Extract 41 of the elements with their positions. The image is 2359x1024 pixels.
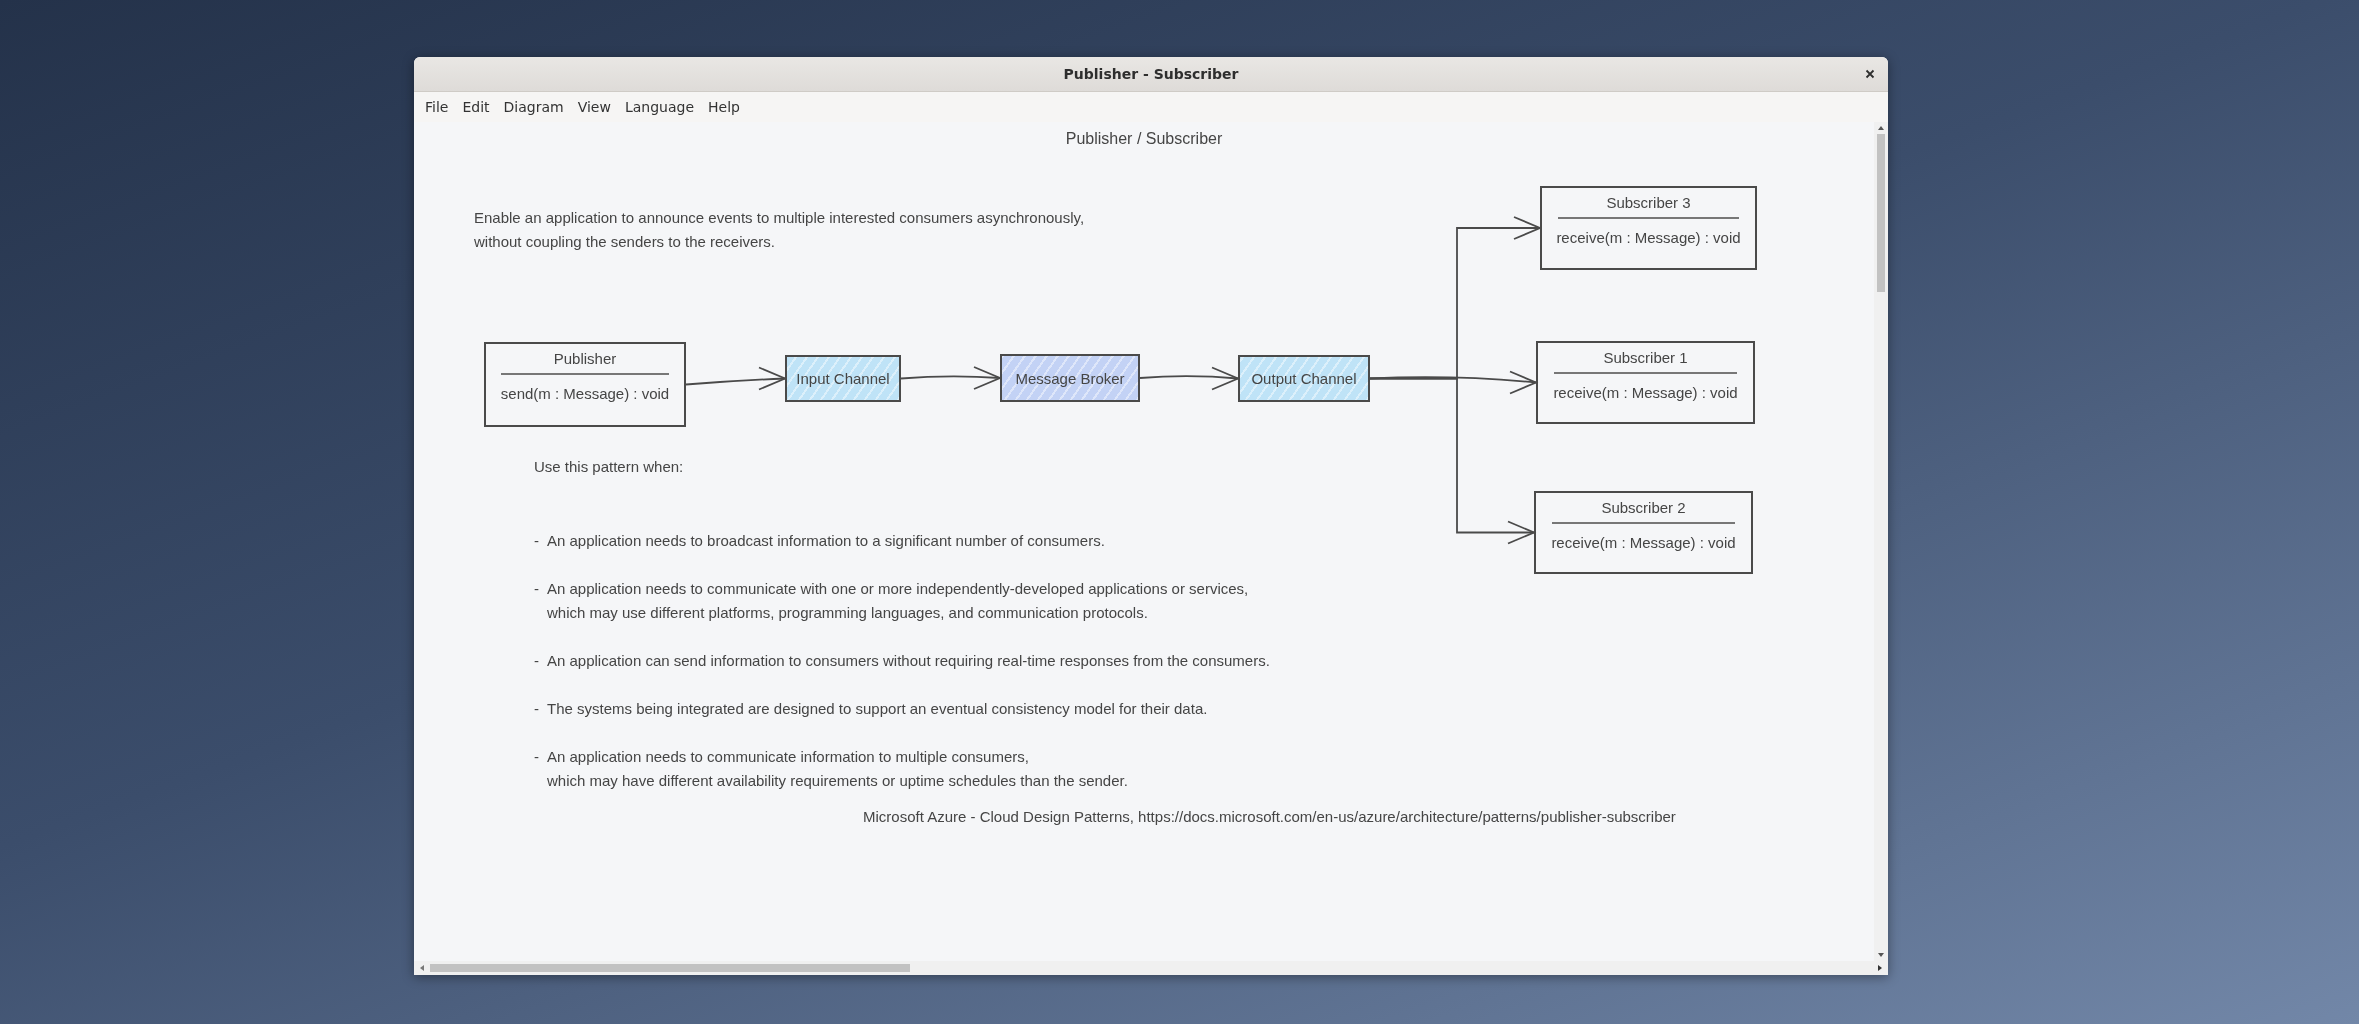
window-title: Publisher - Subscriber xyxy=(1063,66,1239,82)
citation-text: Microsoft Azure - Cloud Design Patterns, https://docs.microsoft.com/en-us/azure/architecture/patterns/publisher-subscriber xyxy=(863,808,1676,825)
bullet-mark: - xyxy=(534,531,540,551)
menu-item[interactable]: Edit xyxy=(455,99,497,115)
class-name: Subscriber 1 xyxy=(1603,349,1688,366)
class-name: Subscriber 2 xyxy=(1601,499,1686,516)
class-name: Publisher xyxy=(553,350,617,367)
diagram-title: Publisher / Subscriber xyxy=(1064,130,1224,148)
scroll-up-icon[interactable] xyxy=(1877,125,1885,131)
close-icon[interactable] xyxy=(1865,69,1875,79)
menu-item[interactable]: Diagram xyxy=(496,99,571,115)
component-box: Input Channel xyxy=(785,355,901,402)
bullet-text: An application needs to communicate with one or more independently-developed applications or services, which may use different platforms, programming languages, and communication protocols. xyxy=(547,579,1249,623)
bullet-text: An application needs to communicate information to multiple consumers, which may have different availability requirements or uptime schedules than the sender. xyxy=(547,747,1128,791)
method-text: send(m : Message) : void xyxy=(500,385,670,402)
method-text: receive(m : Message) : void xyxy=(1553,384,1738,401)
menu-item[interactable]: View xyxy=(570,99,618,115)
method-text: receive(m : Message) : void xyxy=(1551,534,1736,551)
scroll-down-icon[interactable] xyxy=(1877,952,1885,958)
scrollbar-thumb[interactable] xyxy=(430,964,910,972)
horizontal-scrollbar[interactable] xyxy=(414,961,1888,975)
component-box: Message Broker xyxy=(1000,354,1140,402)
bullet-mark: - xyxy=(534,579,540,599)
bullet-mark: - xyxy=(534,699,540,719)
bullet-text: The systems being integrated are designed to support an eventual consistency model for their data. xyxy=(547,699,1208,719)
bullet-text: An application can send information to consumers without requiring real-time responses from the consumers. xyxy=(547,651,1270,671)
method-text: receive(m : Message) : void xyxy=(1556,229,1741,246)
menu-item[interactable]: Help xyxy=(701,99,747,115)
bullet-mark: - xyxy=(534,651,540,671)
description-text: Enable an application to announce events to multiple interested consumers asynchronously, without coupling the senders to the receivers. xyxy=(474,208,1085,252)
component-box: Output Channel xyxy=(1238,355,1370,402)
vertical-scrollbar[interactable] xyxy=(1874,122,1888,961)
section-heading: Use this pattern when: xyxy=(534,458,684,475)
bullet-mark: - xyxy=(534,747,540,767)
menu-item[interactable]: File xyxy=(418,99,456,115)
class-name: Subscriber 3 xyxy=(1606,194,1691,211)
bullet-text: An application needs to broadcast information to a significant number of consumers. xyxy=(547,531,1105,551)
menu-item[interactable]: Language xyxy=(617,99,701,115)
scroll-left-icon[interactable] xyxy=(419,964,425,972)
scroll-right-icon[interactable] xyxy=(1877,964,1883,972)
scrollbar-thumb[interactable] xyxy=(1877,134,1885,292)
